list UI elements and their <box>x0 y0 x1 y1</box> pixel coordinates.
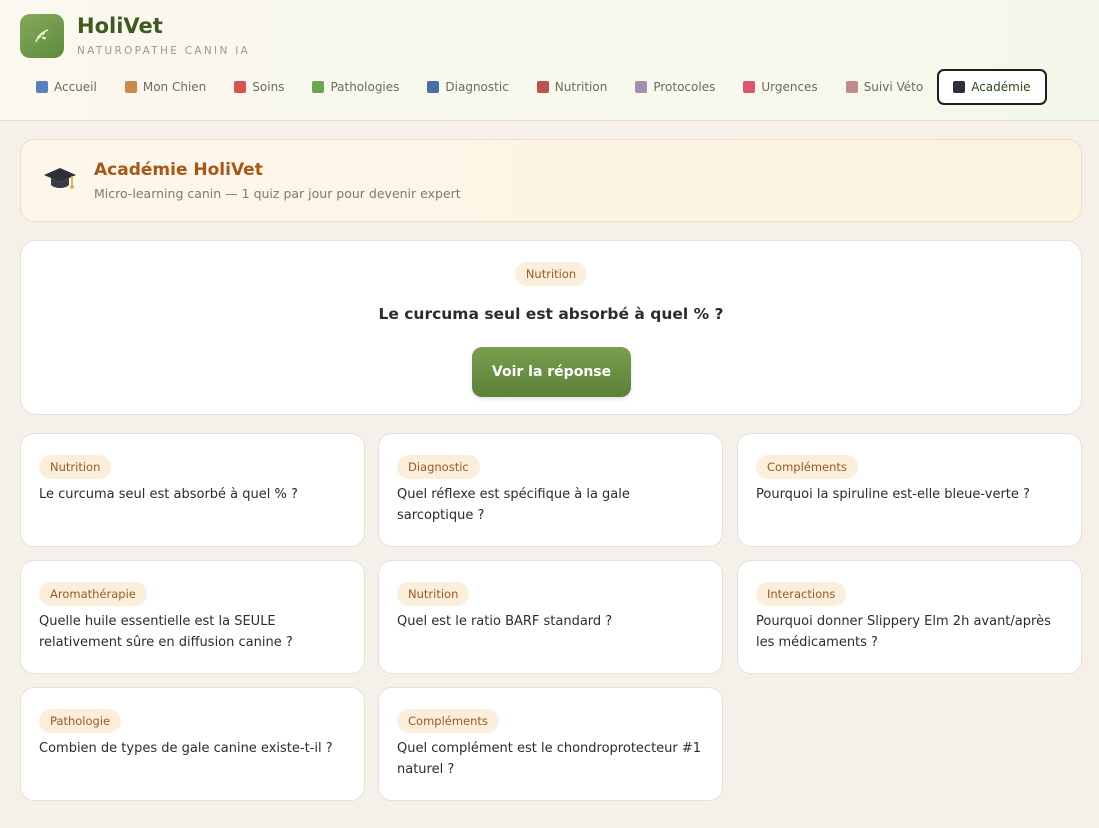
main-nav: Accueil Mon Chien Soins Pathologies Diagnost… <box>22 69 1047 105</box>
nav-item-label: Pathologies <box>330 80 400 94</box>
nav-item-label: Urgences <box>761 80 818 94</box>
category-badge: Interactions <box>756 582 847 606</box>
dog-icon <box>124 81 137 93</box>
quiz-card[interactable]: Pathologie Combien de types de gale canin… <box>20 687 365 801</box>
pill-icon <box>234 81 247 93</box>
quiz-card[interactable]: Aromathérapie Quelle huile essentielle es… <box>20 560 365 674</box>
banner-title: Académie HoliVet <box>94 160 263 180</box>
category-badge: Compléments <box>756 455 858 479</box>
nav-item-label: Nutrition <box>554 80 608 94</box>
nav-item-nutrition[interactable]: Nutrition <box>523 69 622 105</box>
category-badge: Nutrition <box>514 262 588 286</box>
quiz-card-question: Quelle huile essentielle est la SEULE re… <box>39 614 293 650</box>
nav-item-label: Soins <box>252 80 285 94</box>
show-answer-button[interactable]: Voir la réponse <box>472 347 631 397</box>
microbe-icon <box>312 81 325 93</box>
academy-banner: Académie HoliVet Micro-learning canin — … <box>20 139 1082 222</box>
app-title: HoliVet <box>77 14 163 38</box>
graduation-cap-icon <box>953 81 966 93</box>
nav-item-urgences[interactable]: Urgences <box>729 69 831 105</box>
logo[interactable] <box>20 14 64 58</box>
leaf-icon <box>35 29 49 43</box>
quiz-card-question: Quel complément est le chondroprotecteur… <box>397 741 702 777</box>
quiz-card-question: Combien de types de gale canine existe-t… <box>39 741 333 756</box>
meat-icon <box>536 81 549 93</box>
quiz-card-question: Pourquoi la spiruline est-elle bleue-ver… <box>756 487 1030 502</box>
nav-item-label: Accueil <box>54 80 97 94</box>
stethoscope-icon <box>427 81 440 93</box>
category-badge: Nutrition <box>397 582 470 606</box>
quiz-question: Le curcuma seul est absorbé à quel % ? <box>378 305 724 323</box>
category-badge: Pathologie <box>39 709 122 733</box>
nav-item-label: Diagnostic <box>445 80 509 94</box>
nav-item-diagnostic[interactable]: Diagnostic <box>413 69 522 105</box>
nav-item-label: Académie <box>971 80 1031 94</box>
quiz-card[interactable]: Compléments Pourquoi la spiruline est-ell… <box>737 433 1082 547</box>
daily-quiz-card: Nutrition Le curcuma seul est absorbé à … <box>20 240 1082 415</box>
alarm-icon <box>743 81 756 93</box>
nav-item-pathologies[interactable]: Pathologies <box>298 69 413 105</box>
chart-icon <box>36 81 48 93</box>
nav-item-label: Mon Chien <box>142 80 207 94</box>
nav-item-label: Protocoles <box>653 80 716 94</box>
nav-item-accueil[interactable]: Accueil <box>22 69 111 105</box>
quiz-card[interactable]: Nutrition Quel est le ratio BARF standard… <box>378 560 723 674</box>
graduation-cap-icon <box>44 168 76 189</box>
clipboard-icon <box>635 81 648 93</box>
category-badge: Aromathérapie <box>39 582 147 606</box>
nav-item-label: Suivi Véto <box>863 80 924 94</box>
banner-subtitle: Micro-learning canin — 1 quiz par jour p… <box>94 186 461 201</box>
quiz-card[interactable]: Diagnostic Quel réflexe est spécifique à … <box>378 433 723 547</box>
category-badge: Compléments <box>397 709 499 733</box>
app-header: HoliVet NATUROPATHE CANIN IA Accueil Mon … <box>0 0 1099 121</box>
quiz-card[interactable]: Nutrition Le curcuma seul est absorbé à q… <box>20 433 365 547</box>
app-subtitle: NATUROPATHE CANIN IA <box>77 45 251 57</box>
quiz-card[interactable]: Interactions Pourquoi donner Slippery Elm… <box>737 560 1082 674</box>
category-badge: Nutrition <box>39 455 112 479</box>
nav-item-mon-chien[interactable]: Mon Chien <box>111 69 220 105</box>
category-badge: Diagnostic <box>397 455 480 479</box>
nav-item-acad-mie[interactable]: Académie <box>937 69 1047 105</box>
nav-item-protocoles[interactable]: Protocoles <box>621 69 729 105</box>
quiz-card[interactable]: Compléments Quel complément est le chondr… <box>378 687 723 801</box>
quiz-card-question: Quel est le ratio BARF standard ? <box>397 614 613 629</box>
clipboard-icon <box>845 81 858 93</box>
quiz-card-question: Le curcuma seul est absorbé à quel % ? <box>39 487 298 502</box>
quiz-card-question: Quel réflexe est spécifique à la gale sa… <box>397 487 630 523</box>
nav-item-soins[interactable]: Soins <box>220 69 298 105</box>
nav-item-suivi-v-to[interactable]: Suivi Véto <box>832 69 938 105</box>
quiz-card-question: Pourquoi donner Slippery Elm 2h avant/ap… <box>756 614 1051 650</box>
